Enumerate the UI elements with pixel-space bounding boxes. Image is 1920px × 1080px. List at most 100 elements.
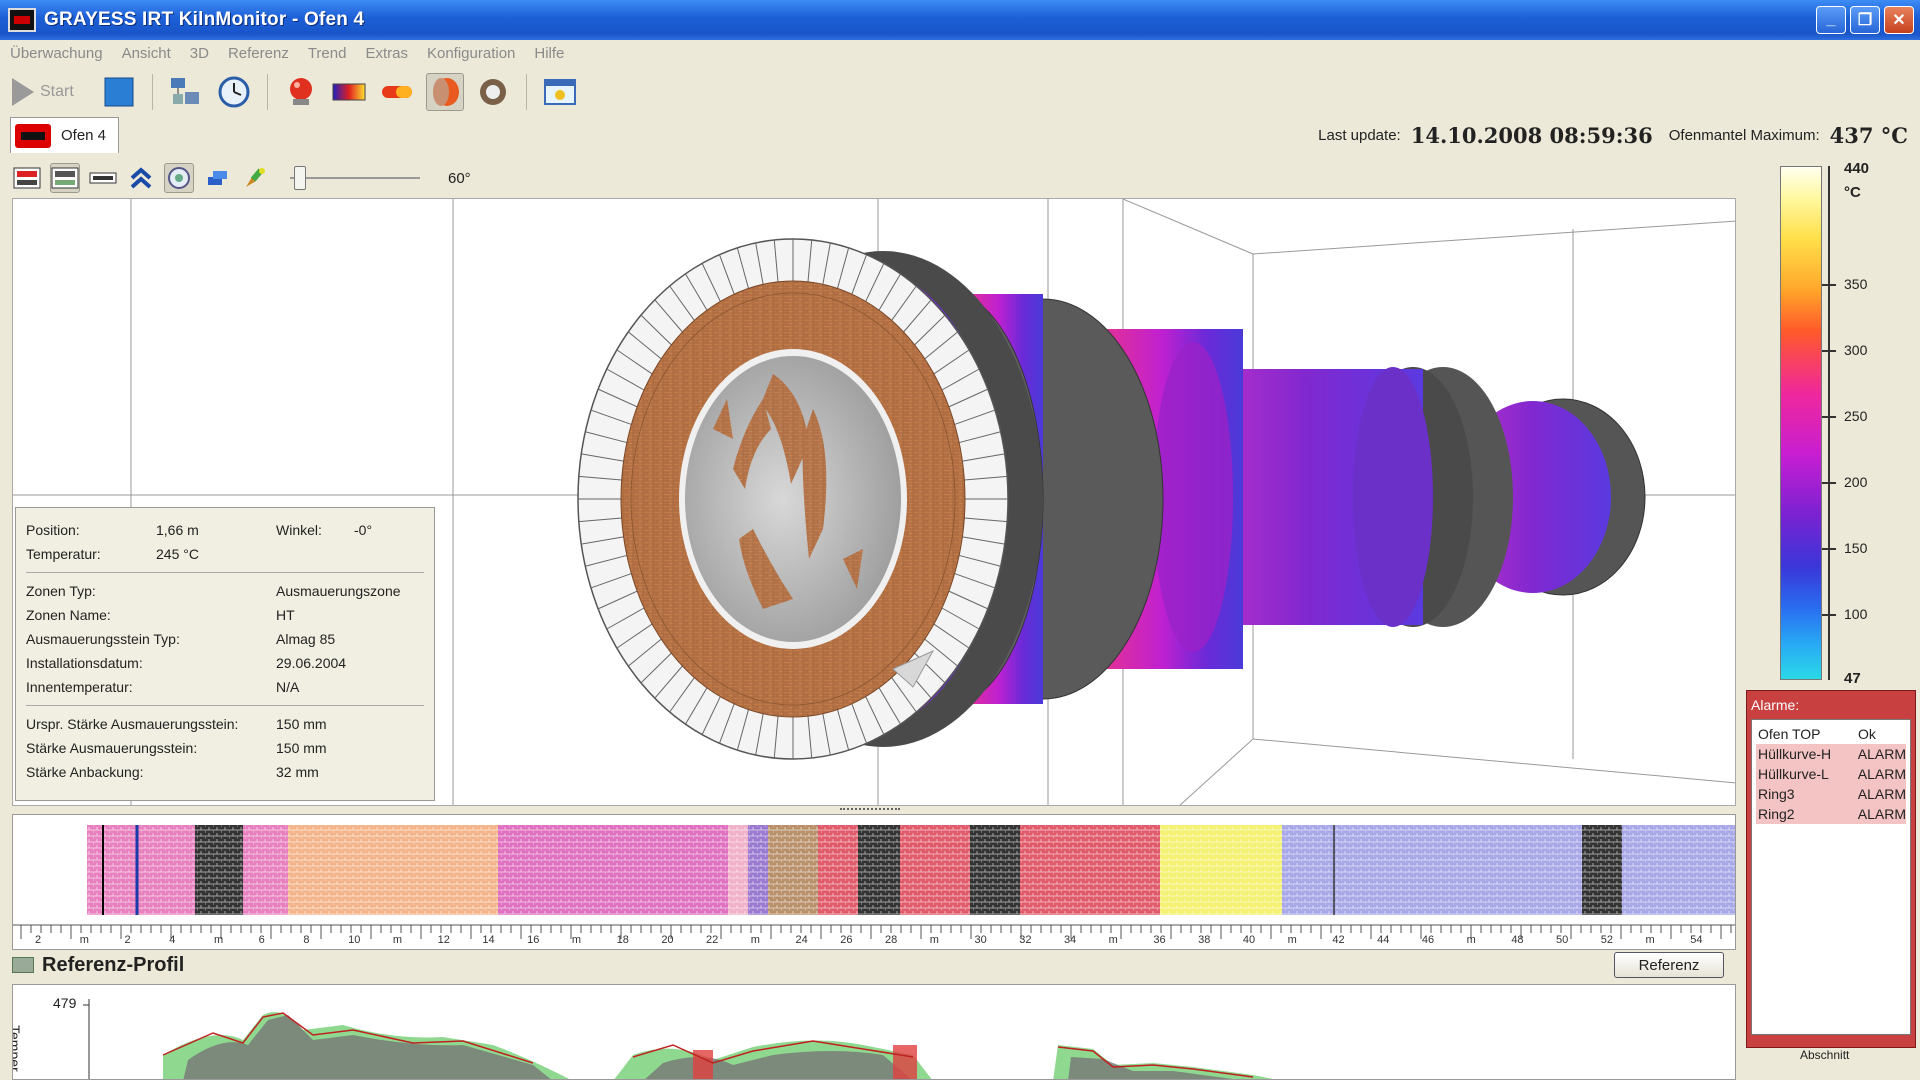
ruler-label: 8: [303, 934, 309, 946]
ruler-label: 10: [348, 934, 360, 946]
tab-label: Ofen 4: [61, 127, 107, 144]
layout-strip-icon: [89, 172, 117, 184]
ruler-label: 44: [1377, 934, 1389, 946]
alarm-row[interactable]: Hüllkurve-L ALARM: [1756, 764, 1906, 784]
menu-extras[interactable]: Extras: [365, 45, 408, 62]
tab-ofen-4[interactable]: Ofen 4: [10, 117, 120, 153]
ruler-label: 54: [1690, 934, 1702, 946]
menu-referenz[interactable]: Referenz: [228, 45, 289, 62]
info-key: Ausmauerungsstein Typ:: [26, 631, 180, 647]
ruler-label: 32: [1019, 934, 1031, 946]
menu-ansicht[interactable]: Ansicht: [122, 45, 171, 62]
status-area: Last update: 14.10.2008 08:59:36 Ofenman…: [1318, 116, 1908, 154]
collapse-button[interactable]: [126, 163, 156, 193]
layers-button[interactable]: [202, 163, 232, 193]
ruler-label: m: [393, 934, 402, 946]
ruler-label: 40: [1243, 934, 1255, 946]
kiln-zone-strip[interactable]: 2 m 2 4 m 6 8 10 m 12 14 16 m 18 20 22 m 24 26 28 m 30 32 34 m 36…: [12, 814, 1736, 950]
splitter-handle[interactable]: [840, 808, 900, 812]
angle-slider[interactable]: [290, 166, 420, 190]
close-button[interactable]: ✕: [1884, 6, 1914, 34]
alarm-row[interactable]: Hüllkurve-H ALARM: [1756, 744, 1906, 764]
maximize-button[interactable]: ❐: [1850, 6, 1880, 34]
window-icon: [543, 79, 576, 105]
rotate-view-button[interactable]: [164, 163, 194, 193]
profile-icon: [12, 957, 34, 973]
layout-full-button[interactable]: [12, 163, 42, 193]
referenz-button[interactable]: Referenz: [1614, 952, 1724, 978]
window-title: GRAYESS IRT KilnMonitor - Ofen 4: [44, 9, 365, 30]
abschnitt-label: Abschnitt: [1800, 1048, 1850, 1062]
kiln-3d-view[interactable]: Position: 1,66 m Winkel: -0° Temperatur: 24…: [12, 198, 1736, 806]
kiln-shell-icon: [381, 86, 412, 98]
network-button[interactable]: [167, 73, 205, 111]
menu-bar: Überwachung Ansicht 3D Referenz Trend Ex…: [0, 40, 1920, 66]
play-icon: [12, 78, 34, 106]
angle-value: 60°: [448, 169, 471, 187]
ruler-label: m: [751, 934, 760, 946]
menu-3d[interactable]: 3D: [190, 45, 209, 62]
kiln-3d-button[interactable]: [425, 73, 464, 111]
zone-info-panel: Position: 1,66 m Winkel: -0° Temperatur: 24…: [15, 507, 435, 801]
scale-tick: [1822, 548, 1836, 550]
kiln-3d-icon: [432, 78, 459, 106]
ruler-label: 42: [1332, 934, 1344, 946]
alarm-light-button[interactable]: [282, 73, 320, 111]
alarm-row[interactable]: Ofen TOP Ok: [1756, 724, 1906, 744]
paint-brush-icon: [246, 168, 265, 187]
zone-blocks: [87, 825, 1735, 915]
reference-profile-plot: [83, 999, 1273, 1079]
zone-strip-render[interactable]: 2 m 2 4 m 6 8 10 m 12 14 16 m 18 20 22 m 24 26 28 m 30 32 34 m 36…: [13, 815, 1736, 950]
menu-trend[interactable]: Trend: [308, 45, 347, 62]
clock-button[interactable]: [215, 73, 253, 111]
ruler-label: 2: [124, 934, 130, 946]
layout-full-icon: [13, 167, 41, 189]
kiln-shell-button[interactable]: [378, 73, 416, 111]
info-value: 29.06.2004: [276, 655, 347, 671]
alarms-list: Ofen TOP Ok Hüllkurve-H ALARM Hüllkurve-L A…: [1751, 719, 1911, 1035]
alarm-status: Ok: [1858, 726, 1876, 742]
alarm-name: Ring3: [1758, 786, 1795, 802]
start-button[interactable]: Start: [12, 78, 74, 106]
ring-icon: [479, 79, 506, 105]
paint-button[interactable]: [240, 163, 270, 193]
ring-button[interactable]: [474, 73, 512, 111]
position-label: Position:: [26, 522, 80, 538]
layout-grid-button[interactable]: [50, 163, 80, 193]
temperature-color-scale: 440 °C 47 350 300 250 200 150 100: [1776, 160, 1920, 687]
view-toolbar: 60°: [12, 160, 1732, 196]
scale-tick: [1822, 614, 1836, 616]
info-divider: [26, 572, 424, 573]
layers-icon: [208, 171, 227, 185]
slider-thumb[interactable]: [294, 166, 306, 190]
ruler-label: 46: [1422, 934, 1434, 946]
minimize-button[interactable]: _: [1816, 6, 1846, 34]
alarm-row[interactable]: Ring2 ALARM: [1756, 804, 1906, 824]
alarms-panel: Alarme: Ofen TOP Ok Hüllkurve-H ALARM Hüll…: [1746, 690, 1916, 1048]
ruler-label: m: [80, 934, 89, 946]
stop-button[interactable]: [100, 73, 138, 111]
alarm-name: Hüllkurve-L: [1758, 766, 1829, 782]
alarm-row[interactable]: Ring3 ALARM: [1756, 784, 1906, 804]
menu-konfiguration[interactable]: Konfiguration: [427, 45, 515, 62]
network-icon: [170, 78, 199, 104]
menu-ueberwachung[interactable]: Überwachung: [10, 45, 103, 62]
layout-strip-button[interactable]: [88, 163, 118, 193]
color-palette-button[interactable]: [330, 73, 368, 111]
color-scale-bar: [1780, 166, 1822, 680]
reference-profile-chart[interactable]: 479 Temper: [12, 984, 1736, 1080]
ruler-label: m: [930, 934, 939, 946]
layout-grid-icon: [51, 167, 79, 189]
info-value: Ausmauerungszone: [276, 583, 401, 599]
window-button[interactable]: [541, 73, 579, 111]
info-value: 32 mm: [276, 764, 319, 780]
kiln-icon: [15, 123, 51, 148]
menu-hilfe[interactable]: Hilfe: [534, 45, 564, 62]
color-scale-axis: [1828, 166, 1830, 680]
ruler-label: 48: [1511, 934, 1523, 946]
alarm-status: ALARM: [1857, 746, 1906, 762]
scale-tick: [1822, 350, 1836, 352]
ruler-label: 2: [35, 934, 41, 946]
scale-tick-label: 150: [1844, 540, 1868, 556]
double-chevron-up-icon: [130, 167, 152, 189]
